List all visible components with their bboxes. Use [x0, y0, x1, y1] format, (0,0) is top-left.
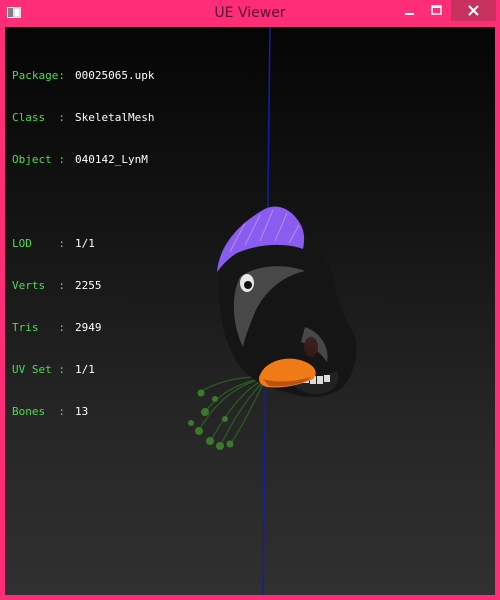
uvset-key: UV Set : — [12, 363, 65, 376]
3d-mesh-model — [188, 206, 357, 450]
verts-key: Verts : — [12, 279, 65, 292]
uvset-value: 1/1 — [75, 363, 95, 376]
info-row-verts: Verts : 2255 — [12, 279, 154, 293]
bones-value: 13 — [75, 405, 89, 418]
info-row-bones: Bones : 13 — [12, 405, 154, 419]
close-button[interactable] — [451, 0, 496, 21]
package-key: Package: — [12, 69, 65, 82]
app-window: UE Viewer Package: 00025065.upk Class: … — [0, 0, 500, 600]
verts-value: 2255 — [75, 279, 102, 292]
info-row-tris: Tris : 2949 — [12, 321, 154, 335]
info-row-object: Object : 040142_LynM — [12, 153, 154, 167]
class-key: Class : — [12, 111, 65, 124]
nostril — [304, 337, 318, 357]
tris-key: Tris : — [12, 321, 65, 334]
3d-viewport[interactable]: Package: 00025065.upk Class : SkeletalMesh… — [5, 27, 495, 595]
minimize-button[interactable] — [396, 0, 423, 21]
info-row-class: Class : SkeletalMesh — [12, 111, 154, 125]
info-row-uvset: UV Set : 1/1 — [12, 363, 154, 377]
mesh-info-panel: Package: 00025065.upk Class : SkeletalMesh… — [12, 41, 154, 447]
info-row-lod: LOD : 1/1 — [12, 237, 154, 251]
close-icon — [468, 5, 479, 16]
lod-key: LOD : — [12, 237, 65, 250]
horse-pupil — [244, 281, 252, 289]
lod-value: 1/1 — [75, 237, 95, 250]
class-value: SkeletalMesh — [75, 111, 155, 124]
bones-key: Bones : — [12, 405, 65, 418]
tris-value: 2949 — [75, 321, 102, 334]
maximize-icon — [431, 5, 442, 15]
object-key: Object : — [12, 153, 65, 166]
package-value: 00025065.upk — [75, 69, 155, 82]
carrot-leaf-tufts — [188, 389, 234, 450]
title-bar[interactable]: UE Viewer — [0, 0, 500, 27]
object-value: 040142_LynM — [75, 153, 148, 166]
maximize-button[interactable] — [423, 0, 450, 21]
info-row-package: Package: 00025065.upk — [12, 69, 154, 83]
minimize-icon — [405, 13, 414, 15]
